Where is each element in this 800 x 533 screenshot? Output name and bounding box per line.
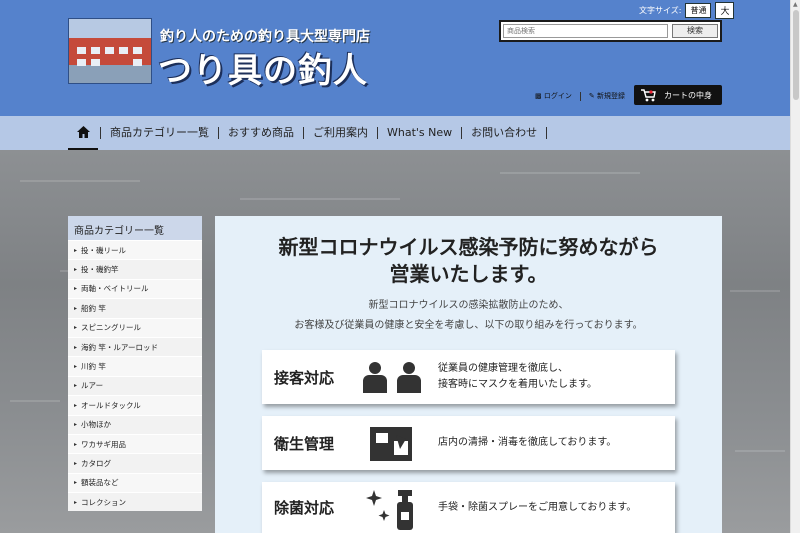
nav-item-recommended[interactable]: おすすめ商品: [219, 127, 304, 139]
sidebar-category-item[interactable]: ▸ 小物ほか: [68, 414, 202, 434]
covid-notice-panel: 新型コロナウイルス感染予防に努めながら 営業いたします。 新型コロナウイルスの感…: [215, 216, 722, 533]
home-icon: [76, 126, 90, 138]
sidebar-category-label: 額装品など: [81, 478, 119, 488]
scrollbar-thumb[interactable]: [793, 10, 799, 100]
sidebar-category-label: 投・磯リール: [81, 245, 127, 255]
font-size-switcher: 文字サイズ: 普通 大: [639, 2, 735, 19]
search-input[interactable]: [503, 24, 668, 38]
chevron-right-icon: ▸: [74, 343, 78, 351]
chevron-right-icon: ▸: [74, 440, 78, 448]
sidebar-category-item[interactable]: ▸ ルアー: [68, 375, 202, 396]
card-title: 衛生管理: [274, 434, 335, 453]
chevron-right-icon: ▸: [74, 285, 78, 293]
measure-card-disinfection: 除菌対応 手袋・除菌スプレーをご用意しております。: [262, 482, 675, 533]
site-header: 釣り人のための釣り具大型専門店 つり具の釣人 文字サイズ: 普通 大 検索 ▩ …: [0, 0, 790, 116]
font-size-label: 文字サイズ:: [639, 6, 682, 15]
page-scrollbar[interactable]: ▲: [790, 0, 800, 533]
sidebar-category-item[interactable]: ▸ 投・磯釣竿: [68, 259, 202, 279]
sidebar-category-label: 海釣 竿・ルアーロッド: [81, 342, 158, 352]
chevron-right-icon: ▸: [74, 401, 78, 409]
chevron-right-icon: ▸: [74, 459, 78, 467]
nav-item-guide[interactable]: ご利用案内: [304, 127, 378, 139]
measure-card-hygiene: 衛生管理 店内の清掃・消毒を徹底しております。: [262, 416, 675, 470]
sidebar-category-label: ワカサギ用品: [81, 439, 127, 449]
notice-body-line2: お客様及び従業員の健康と安全を考慮し、以下の取り組みを行っております。: [294, 320, 643, 331]
account-links: ▩ ログイン ✎ 新規登録: [535, 91, 625, 101]
card-text: 手袋・除菌スプレーをご用意しております。: [432, 500, 636, 516]
divider: [579, 91, 581, 101]
font-size-normal-button[interactable]: 普通: [685, 3, 712, 18]
nav-item-whats-new[interactable]: What's New: [378, 127, 463, 139]
sidebar-category-label: コレクション: [81, 497, 127, 507]
shop-building-logo-image[interactable]: [68, 18, 152, 84]
nav-item-contact[interactable]: お問い合わせ: [462, 127, 548, 139]
people-icon: [352, 361, 432, 393]
sidebar-category-label: カタログ: [81, 458, 112, 468]
card-text: 従業員の健康管理を徹底し、 接客時にマスクを着用いたします。: [432, 361, 597, 393]
cart-icon: [641, 88, 656, 101]
login-link[interactable]: ▩ ログイン: [535, 91, 572, 101]
register-link[interactable]: ✎ 新規登録: [589, 91, 625, 101]
sidebar-category-label: スピニングリール: [81, 323, 142, 333]
sidebar-category-item[interactable]: ▸ スピニングリール: [68, 317, 202, 337]
scroll-up-arrow-icon[interactable]: ▲: [793, 1, 798, 8]
card-text: 店内の清掃・消毒を徹底しております。: [432, 435, 616, 451]
sidebar-category-item[interactable]: ▸ 海釣 竿・ルアーロッド: [68, 336, 202, 357]
sidebar-category-item[interactable]: ▸ 額装品など: [68, 472, 202, 493]
chevron-right-icon: ▸: [74, 479, 78, 487]
sidebar-category-label: 投・磯釣竿: [81, 265, 119, 275]
nav-item-categories[interactable]: 商品カテゴリー一覧: [100, 127, 219, 139]
global-nav: 商品カテゴリー一覧 おすすめ商品 ご利用案内 What's New お問い合わせ: [0, 116, 790, 150]
sidebar-category-item[interactable]: ▸ ワカサギ用品: [68, 433, 202, 454]
cleaning-icon: [352, 423, 432, 463]
sidebar-category-item[interactable]: ▸ オールドタックル: [68, 395, 202, 415]
sidebar-category-label: 川釣 竿: [81, 362, 106, 372]
sidebar-category-item[interactable]: ▸ コレクション: [68, 492, 202, 512]
sidebar-category-item[interactable]: ▸ 投・磯リール: [68, 240, 202, 260]
card-text-line1: 手袋・除菌スプレーをご用意しております。: [438, 501, 637, 513]
lock-icon: ▩: [535, 92, 542, 100]
category-sidebar: 商品カテゴリー一覧 ▸ 投・磯リール ▸ 投・磯釣竿 ▸ 両軸・ベイトリール ▸ 船釣 竿 ▸ ス…: [68, 216, 202, 512]
notice-title-line1: 新型コロナウイルス感染予防に努めながら: [278, 235, 659, 259]
notice-title: 新型コロナウイルス感染予防に努めながら 営業いたします。: [215, 234, 722, 288]
sidebar-category-item[interactable]: ▸ 両軸・ベイトリール: [68, 278, 202, 299]
sidebar-category-label: 船釣 竿: [81, 303, 106, 313]
search-button[interactable]: 検索: [672, 24, 718, 38]
notice-title-line2: 営業いたします。: [389, 262, 548, 286]
cart-label: カートの中身: [664, 90, 712, 100]
cart-button[interactable]: カートの中身: [634, 85, 722, 105]
shop-name-logo[interactable]: つり具の釣人: [158, 43, 368, 92]
chevron-right-icon: ▸: [74, 498, 78, 506]
sidebar-category-item[interactable]: ▸ カタログ: [68, 453, 202, 473]
sidebar-category-item[interactable]: ▸ 川釣 竿: [68, 356, 202, 376]
sidebar-category-item[interactable]: ▸ 船釣 竿: [68, 298, 202, 318]
card-text-line1: 店内の清掃・消毒を徹底しております。: [438, 437, 617, 448]
chevron-right-icon: ▸: [74, 246, 78, 254]
register-label: 新規登録: [596, 92, 625, 100]
nav-home[interactable]: [68, 116, 98, 150]
card-title: 除菌対応: [274, 499, 335, 517]
search-form: 検索: [499, 20, 722, 42]
chevron-right-icon: ▸: [74, 304, 78, 312]
card-text-line1: 従業員の健康管理を徹底し、: [438, 363, 568, 374]
card-title: 接客対応: [274, 368, 335, 387]
measure-card-customer-service: 接客対応 従業員の健康管理を徹底し、 接客時にマスクを着用いたします。: [262, 350, 675, 404]
chevron-right-icon: ▸: [74, 266, 78, 274]
spray-icon: [352, 486, 432, 530]
chevron-right-icon: ▸: [74, 382, 78, 390]
chevron-right-icon: ▸: [74, 324, 78, 332]
notice-body: 新型コロナウイルスの感染拡散防止のため、 お客様及び従業員の健康と安全を考慮し、…: [215, 296, 722, 336]
sidebar-category-label: 小物ほか: [81, 420, 112, 430]
sidebar-category-label: ルアー: [81, 381, 104, 391]
sidebar-title: 商品カテゴリー一覧: [68, 216, 202, 240]
sidebar-category-label: 両軸・ベイトリール: [81, 284, 149, 294]
chevron-right-icon: ▸: [74, 363, 78, 371]
sidebar-category-label: オールドタックル: [81, 400, 141, 410]
chevron-right-icon: ▸: [74, 421, 78, 429]
card-text-line2: 接客時にマスクを着用いたします。: [438, 379, 597, 390]
font-size-large-button[interactable]: 大: [715, 2, 735, 19]
pencil-icon: ✎: [588, 92, 595, 100]
notice-body-line1: 新型コロナウイルスの感染拡散防止のため、: [368, 300, 569, 311]
login-label: ログイン: [543, 92, 572, 100]
